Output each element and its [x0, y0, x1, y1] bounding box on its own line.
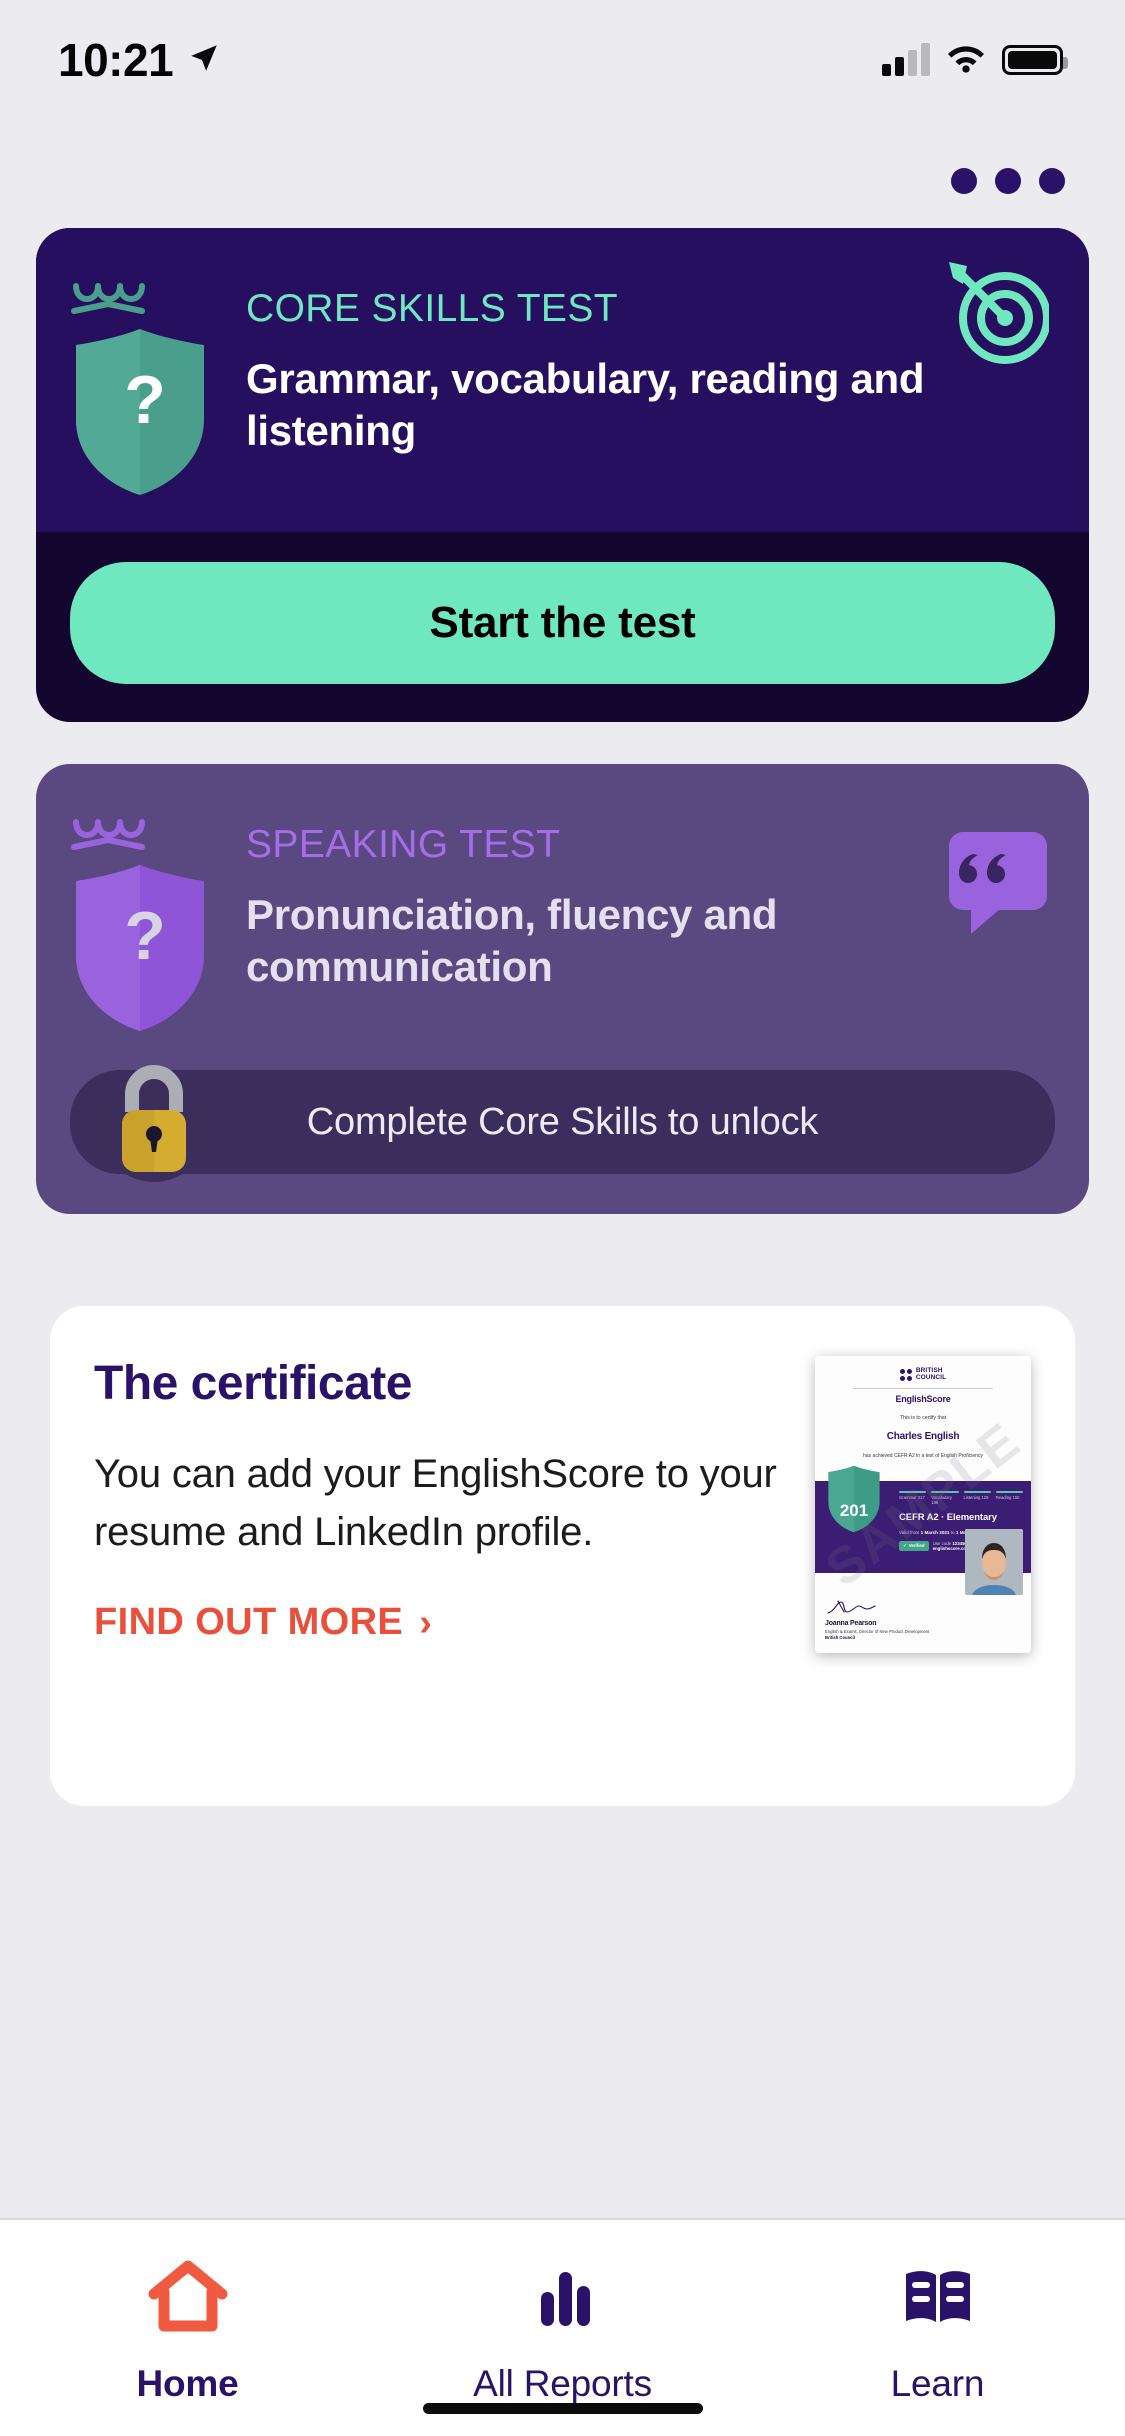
home-indicator	[422, 2403, 703, 2414]
subscore-labels: Grammar 217 Vocabulary 195 Listening 129…	[899, 1495, 1023, 1505]
signature-icon	[825, 1599, 1021, 1617]
speaking-locked-bar: Complete Core Skills to unlock	[70, 1065, 1055, 1182]
target-arrow-icon	[939, 260, 1051, 373]
find-out-more-label: FIND OUT MORE	[94, 1601, 404, 1643]
british-council-logo: BRITISH COUNCIL	[825, 1367, 1021, 1382]
subscore-reading: Reading 150	[995, 1494, 1020, 1500]
status-bar-right	[882, 43, 1068, 78]
subscore-grammar: Grammar 217	[899, 1494, 925, 1500]
valid-from: 1 March 2021	[920, 1529, 950, 1535]
cellular-signal-icon	[882, 43, 930, 76]
speaking-text: SPEAKING TEST Pronunciation, fluency and…	[220, 802, 1055, 994]
speaking-test-card[interactable]: ? SPEAKING TEST Pronunciation, fluency a…	[36, 764, 1089, 1214]
status-time: 10:21	[58, 34, 174, 86]
certificate-preview-score-band: 201 Grammar 217 Vocabulary 195 Listening…	[815, 1465, 1031, 1595]
certificate-title: The certificate	[94, 1357, 412, 1410]
bottom-tab-bar: Home All Reports Learn	[0, 2218, 1125, 2436]
subscore-listening: Listening 129	[963, 1494, 989, 1500]
cefr-level: CEFR A2 · Elementary	[899, 1511, 997, 1523]
verified-badge: ✓ Verified	[899, 1540, 929, 1551]
core-skills-card-footer: Start the test	[36, 532, 1089, 722]
tab-home-label: Home	[136, 2363, 239, 2404]
bar-chart-icon	[521, 2258, 605, 2341]
battery-full-icon	[1002, 45, 1068, 75]
tab-home[interactable]: Home	[0, 2258, 375, 2405]
crown-icon	[70, 280, 220, 319]
core-skills-headline: Grammar, vocabulary, reading and listeni…	[246, 354, 925, 455]
verified-label: Verified	[908, 1543, 925, 1549]
tab-learn[interactable]: Learn	[750, 2258, 1125, 2405]
signatory-role-text: English & Exams, Director of New Product…	[825, 1628, 930, 1634]
achievement-line: has achieved CEFR A2 in a test of Englis…	[863, 1452, 983, 1459]
shield-question-mark: ?	[124, 898, 166, 974]
padlock-icon	[96, 1052, 212, 1197]
chevron-right-icon: ›	[419, 1601, 432, 1644]
british-council-dots-icon	[899, 1368, 912, 1381]
speech-bubble-quote-icon	[945, 828, 1051, 943]
crown-icon	[70, 816, 220, 855]
signatory-org: British Council	[825, 1634, 855, 1640]
three-dots-icon[interactable]	[951, 168, 1065, 194]
shield-question-mark: ?	[124, 362, 166, 438]
certificate-copy: The certificate You can add your English…	[94, 1350, 815, 1644]
check-icon: ✓	[903, 1542, 907, 1548]
find-out-more-link[interactable]: FIND OUT MORE ›	[94, 1601, 805, 1644]
status-bar-left: 10:21	[58, 33, 221, 87]
speaking-locked-label: Complete Core Skills to unlock	[306, 1100, 819, 1143]
crowned-shield-icon	[823, 1463, 885, 1535]
valid-prefix: Valid from	[899, 1529, 921, 1535]
divider	[853, 1387, 993, 1389]
status-bar: 10:21	[0, 0, 1125, 120]
speaking-shield: ?	[70, 816, 220, 1038]
signatory-name: Joanna Pearson	[825, 1619, 877, 1627]
core-skills-card[interactable]: ? CORE SKILLS TEST Grammar, vocabulary, …	[36, 228, 1089, 722]
tests-panel: ? CORE SKILLS TEST Grammar, vocabulary, …	[18, 120, 1107, 1250]
product-name: EnglishScore	[895, 1393, 951, 1404]
core-skills-shield: ?	[70, 280, 220, 502]
tab-all-reports-label: All Reports	[473, 2363, 652, 2404]
certificate-preview-image[interactable]: SAMPLE BRITISH COUNCIL EnglishScore This…	[815, 1356, 1031, 1654]
tab-learn-label: Learn	[890, 2363, 985, 2404]
brand-line-2: COUNCIL	[915, 1373, 947, 1381]
certificate-score: 201	[839, 1500, 869, 1520]
wifi-icon	[946, 43, 986, 78]
tab-all-reports[interactable]: All Reports	[375, 2258, 750, 2405]
subscore-vocabulary: Vocabulary 195	[931, 1494, 952, 1505]
recipient-name: Charles English	[886, 1430, 960, 1442]
location-arrow-icon	[187, 41, 221, 80]
signatory-role: English & Exams, Director of New Product…	[825, 1629, 1021, 1642]
portrait-photo-icon	[965, 1528, 1023, 1595]
british-council-wordmark: BRITISH COUNCIL	[915, 1367, 947, 1382]
core-skills-kicker: CORE SKILLS TEST	[246, 287, 618, 330]
core-skills-card-header: ? CORE SKILLS TEST Grammar, vocabulary, …	[36, 228, 1089, 532]
certificate-body: You can add your EnglishScore to your re…	[94, 1452, 777, 1554]
subscore-bars	[899, 1490, 1023, 1493]
speaking-kicker: SPEAKING TEST	[246, 823, 561, 866]
open-book-icon	[896, 2258, 980, 2341]
certificate-card: The certificate You can add your English…	[50, 1306, 1075, 1806]
certify-line: This is to certify that	[899, 1414, 947, 1421]
speaking-headline: Pronunciation, fluency and communication	[246, 890, 778, 991]
start-test-button[interactable]: Start the test	[70, 562, 1055, 684]
home-icon	[146, 2258, 230, 2341]
speaking-card-header: ? SPEAKING TEST Pronunciation, fluency a…	[70, 802, 1055, 1038]
core-skills-text: CORE SKILLS TEST Grammar, vocabulary, re…	[220, 266, 1051, 458]
pager-dots-row	[18, 120, 1107, 228]
